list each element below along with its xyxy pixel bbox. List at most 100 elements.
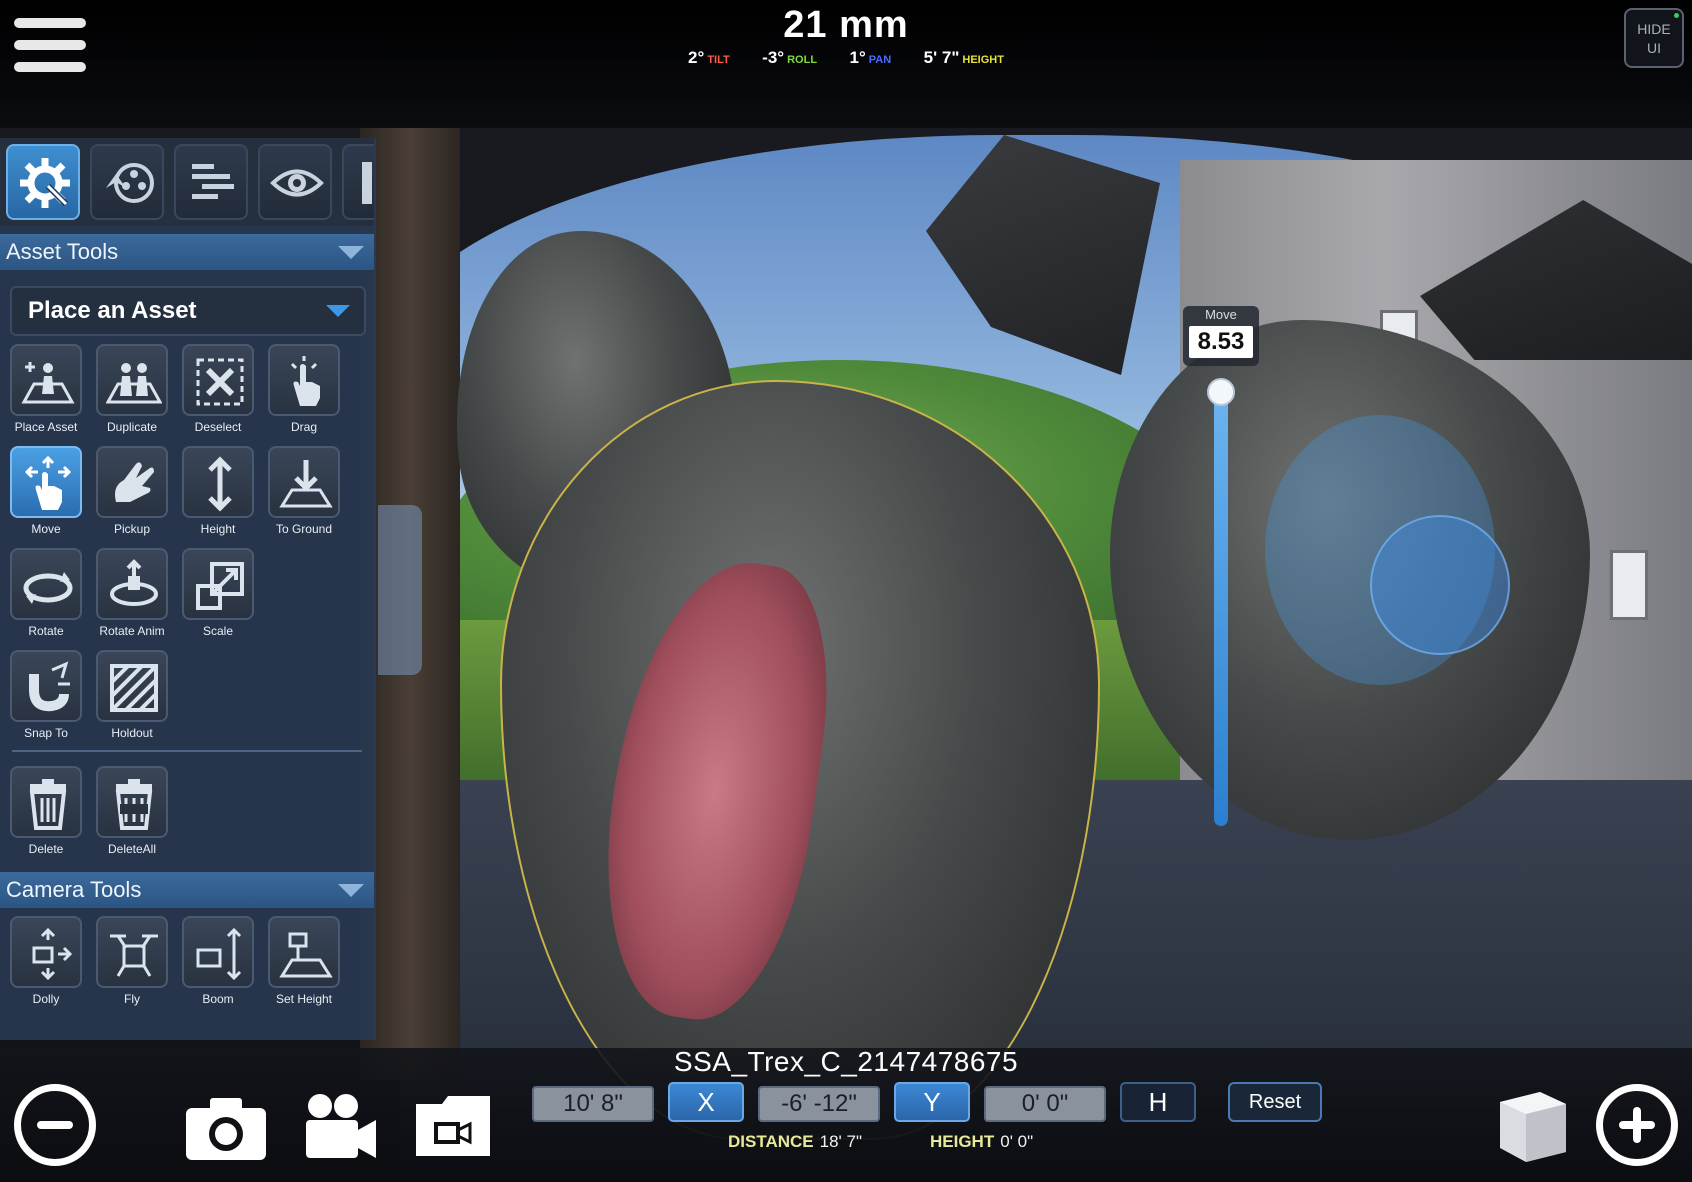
tool-duplicate[interactable]: Duplicate <box>92 344 172 440</box>
boom-icon <box>196 927 242 981</box>
tool-rotate[interactable]: Rotate <box>6 548 86 644</box>
film-reel-icon <box>106 163 154 203</box>
move-slider[interactable] <box>1214 386 1228 826</box>
tab-assets[interactable] <box>90 144 164 220</box>
tab-tools[interactable] <box>6 144 80 220</box>
selected-asset-name: SSA_Trex_C_2147478675 <box>673 1046 1019 1077</box>
height-value: 0' 0" <box>1000 1132 1034 1151</box>
camera-tools-title: Camera Tools <box>6 877 142 902</box>
collapse-arrow-icon <box>338 246 364 259</box>
folder-video-icon[interactable] <box>414 1090 492 1160</box>
place-asset-icon <box>21 362 75 404</box>
tool-deselect[interactable]: Deselect <box>178 344 258 440</box>
tool-label: Pickup <box>113 522 151 536</box>
top-bar: 21 mm 2° TILT -3° ROLL 1° PAN 5' 7" HEIGHT H… <box>0 0 1692 128</box>
stat-pan: 1° PAN <box>849 48 892 67</box>
collapse-arrow-icon <box>338 884 364 897</box>
cube-icon[interactable] <box>1496 1088 1570 1164</box>
move-slider-knob[interactable] <box>1207 378 1235 406</box>
tool-place-asset[interactable]: Place Asset <box>6 344 86 440</box>
pickup-hand-icon <box>115 462 154 502</box>
magnet-icon <box>29 661 70 712</box>
move-value: 8.53 <box>1189 326 1253 358</box>
trash-icon <box>29 779 67 830</box>
tool-label: Fly <box>124 992 140 1006</box>
tool-label: Holdout <box>111 726 153 740</box>
panel-collapse-handle[interactable] <box>378 505 422 675</box>
scale-icon <box>196 562 244 610</box>
drone-icon <box>110 934 158 977</box>
move-value-label: Move 8.53 <box>1183 306 1259 366</box>
tools-panel: Asset Tools Place an Asset Place Asset D… <box>0 138 376 1040</box>
tool-dolly[interactable]: Dolly <box>6 916 86 1012</box>
tool-scale[interactable]: Scale <box>178 548 258 644</box>
tool-label: DeleteAll <box>107 842 157 856</box>
holdout-icon <box>110 664 158 712</box>
dropdown-value: Place an Asset <box>28 297 197 324</box>
tool-label: Rotate Anim <box>99 624 165 638</box>
remove-circle-icon[interactable] <box>14 1084 96 1166</box>
y-axis-button[interactable]: Y <box>894 1082 970 1122</box>
stat-height: 5' 7" HEIGHT <box>923 48 1004 67</box>
to-ground-icon <box>279 460 333 508</box>
tool-label: Drag <box>290 420 317 434</box>
stat-roll: -3° ROLL <box>762 48 818 67</box>
tool-rotate-anim[interactable]: Rotate Anim <box>92 548 172 644</box>
panel-tabs <box>0 138 374 226</box>
tool-set-height[interactable]: Set Height <box>264 916 344 1012</box>
lens-focal-length: 21 mm <box>783 4 909 46</box>
video-camera-icon[interactable] <box>302 1092 378 1162</box>
x-position-field[interactable]: 10' 8" <box>532 1086 654 1122</box>
tool-boom[interactable]: Boom <box>178 916 258 1012</box>
tool-pickup[interactable]: Pickup <box>92 446 172 542</box>
selection-gizmo-handle[interactable] <box>1370 515 1510 655</box>
place-asset-dropdown[interactable]: Place an Asset <box>10 286 366 336</box>
trash-all-icon <box>115 779 153 830</box>
set-height-icon <box>279 932 333 978</box>
panel-divider <box>12 750 362 752</box>
tab-view[interactable] <box>258 144 332 220</box>
h-position-field[interactable]: 0' 0" <box>984 1086 1106 1122</box>
rotate-anim-icon <box>110 559 158 606</box>
tool-label: Set Height <box>275 992 333 1006</box>
tool-move[interactable]: Move <box>6 446 86 542</box>
rotate-icon <box>23 572 73 604</box>
drag-hand-icon <box>290 356 320 406</box>
gear-icon <box>20 158 70 208</box>
tool-label: Duplicate <box>106 420 158 434</box>
tool-height[interactable]: Height <box>178 446 258 542</box>
camera-tools-header[interactable]: Camera Tools <box>0 872 374 908</box>
align-lines-icon <box>192 164 234 199</box>
x-axis-button[interactable]: X <box>668 1082 744 1122</box>
asset-tools-header[interactable]: Asset Tools <box>0 234 374 270</box>
tool-label: Height <box>200 522 236 536</box>
asset-tools-title: Asset Tools <box>6 239 119 264</box>
height-arrows-icon <box>208 456 232 512</box>
eye-icon <box>270 169 324 197</box>
move-icon <box>24 456 72 510</box>
hide-ui-button[interactable]: HIDE UI <box>1624 8 1684 68</box>
tool-fly[interactable]: Fly <box>92 916 172 1012</box>
tool-holdout[interactable]: Holdout <box>92 650 172 746</box>
tool-to-ground[interactable]: To Ground <box>264 446 344 542</box>
hide-ui-label: HIDE <box>1637 21 1671 37</box>
tab-more[interactable] <box>342 144 374 220</box>
tool-snap-to[interactable]: Snap To <box>6 650 86 746</box>
tool-delete-all[interactable]: DeleteAll <box>92 766 172 862</box>
tab-align[interactable] <box>174 144 248 220</box>
camera-icon[interactable] <box>186 1096 266 1160</box>
status-dot <box>1674 13 1679 18</box>
hide-ui-label: UI <box>1647 40 1661 56</box>
distance-label: DISTANCE <box>728 1132 814 1151</box>
distance-readout: DISTANCE 18' 7" <box>728 1132 862 1152</box>
tool-drag[interactable]: Drag <box>264 344 344 440</box>
height-label: HEIGHT <box>930 1132 995 1151</box>
tool-label: Deselect <box>194 420 242 434</box>
reset-button[interactable]: Reset <box>1228 1082 1322 1122</box>
tool-delete[interactable]: Delete <box>6 766 86 862</box>
duplicate-icon <box>106 363 162 404</box>
camera-stats: 2° TILT -3° ROLL 1° PAN 5' 7" HEIGHT <box>0 48 1692 68</box>
h-axis-button[interactable]: H <box>1120 1082 1196 1122</box>
add-circle-icon[interactable] <box>1596 1084 1678 1166</box>
y-position-field[interactable]: -6' -12" <box>758 1086 880 1122</box>
